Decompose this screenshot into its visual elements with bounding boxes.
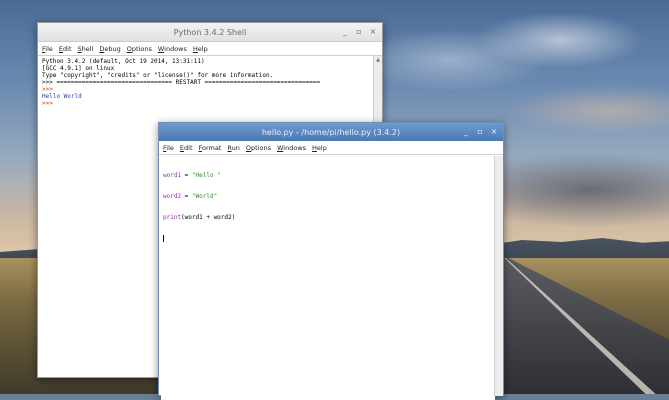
code-line: word1 = "Hello " (163, 172, 493, 179)
editor-scrollbar[interactable] (494, 156, 503, 396)
shell-line: Type "copyright", "credits" or "license(… (42, 72, 274, 79)
menu-label: elp (197, 44, 208, 53)
menu-options[interactable]: Options (246, 144, 271, 152)
code-variable: word1 (163, 172, 182, 179)
menu-run[interactable]: Run (227, 144, 239, 152)
menu-label: indows (164, 44, 187, 53)
menu-edit[interactable]: Edit (180, 144, 193, 152)
code-line: print(word1 + word2) (163, 214, 493, 221)
editor-titlebar[interactable]: hello.py - /home/pi/hello.py (3.4.2) _ ▫… (159, 123, 503, 141)
shell-line: >>> (42, 100, 53, 107)
shell-line: [GCC 4.9.1] on linux (42, 65, 115, 72)
editor-window-controls: _ ▫ × (462, 126, 498, 138)
code-line (163, 235, 493, 242)
code-args: (word1 + word2) (181, 214, 236, 221)
maximize-icon[interactable]: ▫ (476, 126, 484, 138)
shell-window-title: Python 3.4.2 Shell (173, 27, 247, 37)
editor-window-title: hello.py - /home/pi/hello.py (3.4.2) (261, 127, 401, 137)
shell-line: Hello World (42, 93, 82, 100)
menu-shell[interactable]: Shell (78, 45, 94, 53)
shell-line: Python 3.4.2 (default, Oct 19 2014, 13:3… (42, 58, 205, 65)
menu-windows[interactable]: Windows (277, 144, 306, 152)
menu-label: ile (45, 44, 53, 53)
shell-line: >>> (42, 86, 53, 93)
maximize-icon[interactable]: ▫ (355, 26, 363, 38)
shell-window-controls: _ ▫ × (341, 26, 377, 38)
menu-label: ptions (131, 44, 152, 53)
code-variable: word2 (163, 193, 182, 200)
code-string: "Hello " (191, 172, 221, 179)
editor-menubar: File Edit Format Run Options Windows Help (159, 141, 503, 155)
code-builtin: print (163, 214, 182, 221)
menu-label: hell (81, 44, 94, 53)
minimize-icon[interactable]: _ (341, 26, 349, 38)
menu-label: un (231, 143, 240, 152)
menu-label: ile (166, 143, 174, 152)
editor-code-area[interactable]: word1 = "Hello " word2 = "World" print(w… (161, 156, 495, 400)
code-operator: = (181, 172, 192, 179)
menu-help[interactable]: Help (193, 45, 208, 53)
close-icon[interactable]: × (369, 26, 377, 38)
scroll-up-icon[interactable]: ▲ (374, 56, 382, 64)
menu-label: ptions (251, 143, 271, 152)
menu-label: elp (316, 143, 327, 152)
menu-file[interactable]: File (42, 45, 53, 53)
shell-titlebar[interactable]: Python 3.4.2 Shell _ ▫ × (38, 23, 382, 42)
code-operator: = (181, 193, 192, 200)
menu-options[interactable]: Options (127, 45, 152, 53)
menu-windows[interactable]: Windows (158, 45, 187, 53)
menu-label: dit (184, 143, 193, 152)
menu-label: ormat (202, 143, 222, 152)
menu-file[interactable]: File (163, 144, 174, 152)
editor-window[interactable]: hello.py - /home/pi/hello.py (3.4.2) _ ▫… (158, 122, 504, 400)
menu-help[interactable]: Help (312, 144, 327, 152)
menu-debug[interactable]: Debug (99, 45, 120, 53)
code-line: word2 = "World" (163, 193, 493, 200)
menu-format[interactable]: Format (199, 144, 222, 152)
minimize-icon[interactable]: _ (462, 126, 470, 138)
code-string: "World" (191, 193, 218, 200)
menu-label: dit (63, 44, 72, 53)
shell-line: >>> ================================ RES… (42, 79, 321, 86)
shell-menubar: File Edit Shell Debug Options Windows Help (38, 42, 382, 56)
text-cursor (163, 235, 164, 242)
menu-edit[interactable]: Edit (59, 45, 72, 53)
menu-label: ebug (104, 44, 121, 53)
close-icon[interactable]: × (490, 126, 498, 138)
menu-label: indows (283, 143, 307, 152)
